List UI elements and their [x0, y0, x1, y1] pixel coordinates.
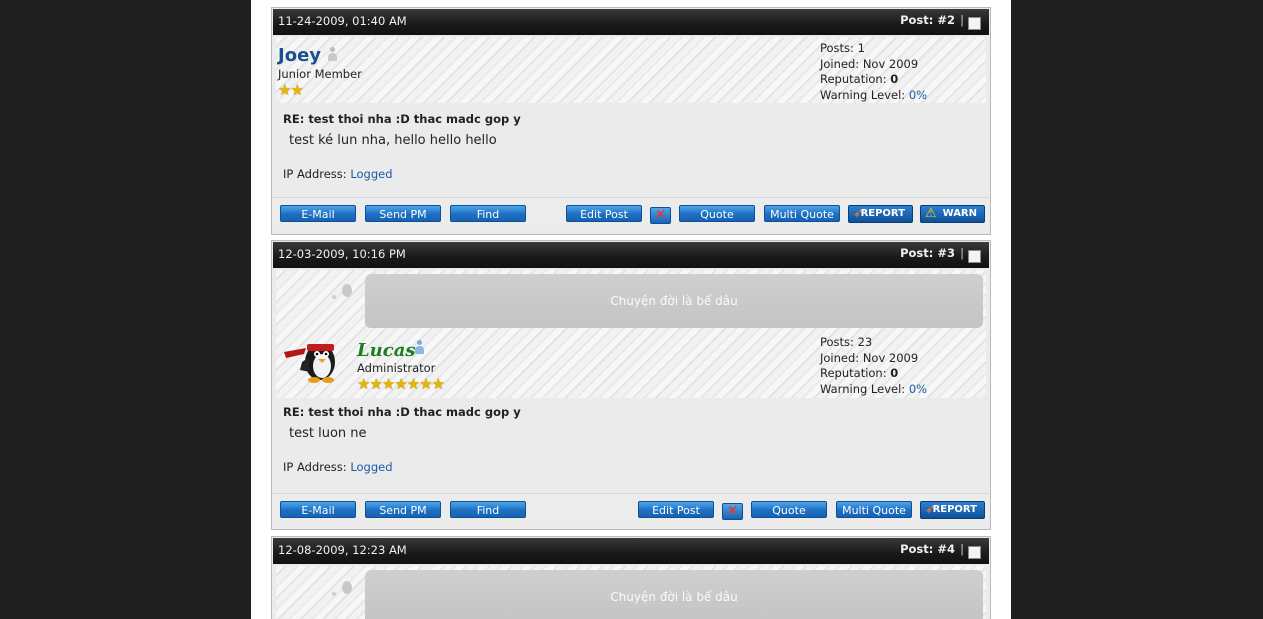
- user-offline-icon: [328, 47, 337, 61]
- send-pm-button[interactable]: Send PM: [365, 205, 441, 222]
- post: 11-24-2009, 01:40 AM Post: #2 | Joey Jun…: [271, 7, 991, 235]
- thought-dot: [332, 592, 336, 596]
- edit-post-button[interactable]: Edit Post: [638, 501, 714, 518]
- send-pm-button[interactable]: Send PM: [365, 501, 441, 518]
- reputation: Reputation: 0: [820, 72, 899, 86]
- rank-stars: ★★: [278, 81, 304, 99]
- thought-dot: [342, 581, 352, 594]
- post-header: 11-24-2009, 01:40 AM Post: #2 |: [273, 9, 989, 35]
- ip-address: IP Address: Logged: [283, 167, 393, 181]
- post-number-link[interactable]: Post: #3: [900, 246, 955, 260]
- email-button[interactable]: E-Mail: [280, 501, 356, 518]
- signature-text: Chuyện đời là bể dâu: [610, 294, 738, 308]
- multi-select-checkbox[interactable]: [968, 17, 981, 30]
- rank-stars: ★★★★★★★: [357, 375, 445, 393]
- report-button[interactable]: ➶ REPORT: [920, 501, 985, 519]
- post: 12-03-2009, 10:16 PM Post: #3 | Chuyện đ…: [271, 240, 991, 530]
- multi-select-checkbox[interactable]: [968, 250, 981, 263]
- warning-level-link[interactable]: 0%: [909, 382, 927, 396]
- warning-level: Warning Level: 0%: [820, 87, 928, 102]
- post-content: RE: test thoi nha :D thac madc gop y tes…: [272, 103, 990, 195]
- user-online-icon: [415, 340, 424, 354]
- post-count: Posts: 1: [820, 41, 865, 55]
- username-link[interactable]: Joey: [278, 45, 321, 66]
- separator: |: [960, 13, 964, 27]
- signature-bubble: Chuyện đời là bể dâu: [365, 570, 983, 619]
- warning-triangle-icon: ⚠: [925, 206, 937, 221]
- post-actions: E-Mail Send PM Find Edit Post ✕ Quote Mu…: [273, 493, 989, 524]
- multi-select-checkbox[interactable]: [968, 546, 981, 559]
- find-button[interactable]: Find: [450, 501, 526, 518]
- user-profile: Joey Junior Member ★★ Posts: 1 Joined: N…: [276, 37, 986, 103]
- post-number-link[interactable]: Post: #2: [900, 13, 955, 27]
- post-date: 12-08-2009, 12:23 AM: [278, 543, 407, 557]
- thought-dot: [332, 295, 336, 299]
- forum-page: 11-24-2009, 01:40 AM Post: #2 | Joey Jun…: [251, 0, 1011, 619]
- post-count: Posts: 23: [820, 335, 873, 349]
- post-number-link[interactable]: Post: #4: [900, 542, 955, 556]
- separator: |: [960, 542, 964, 556]
- user-title: Junior Member: [278, 67, 362, 81]
- post-title: RE: test thoi nha :D thac madc gop y: [283, 112, 521, 126]
- username-link[interactable]: Lucas: [357, 340, 416, 361]
- user-profile: Chuyện đời là bể dâu Lucas Administrator…: [276, 270, 986, 398]
- user-title: Administrator: [357, 361, 436, 375]
- penguin-ninja-avatar: [284, 344, 335, 383]
- signature-text: Chuyện đời là bể dâu: [610, 590, 738, 604]
- post: 12-08-2009, 12:23 AM Post: #4 | Chuyện đ…: [271, 536, 991, 619]
- post-header: 12-03-2009, 10:16 PM Post: #3 |: [273, 242, 989, 268]
- delete-post-button[interactable]: ✕: [650, 207, 671, 224]
- post-message: test luon ne: [289, 426, 367, 441]
- find-button[interactable]: Find: [450, 205, 526, 222]
- ip-logged-link[interactable]: Logged: [350, 460, 392, 474]
- user-stats: Posts: 23 Joined: Nov 2009 Reputation: 0…: [820, 335, 927, 397]
- post-date: 12-03-2009, 10:16 PM: [278, 247, 406, 261]
- post-date: 11-24-2009, 01:40 AM: [278, 14, 407, 28]
- warn-button[interactable]: ⚠ WARN: [920, 205, 985, 223]
- post-title: RE: test thoi nha :D thac madc gop y: [283, 405, 521, 419]
- report-button[interactable]: ➶ REPORT: [848, 205, 913, 223]
- ip-logged-link[interactable]: Logged: [350, 167, 392, 181]
- delete-post-button[interactable]: ✕: [722, 503, 743, 520]
- warning-level-link[interactable]: 0%: [909, 88, 927, 102]
- edit-post-button[interactable]: Edit Post: [566, 205, 642, 222]
- user-stats: Posts: 1 Joined: Nov 2009 Reputation: 0 …: [820, 41, 927, 103]
- warning-level: Warning Level: 0%: [820, 381, 928, 396]
- separator: |: [960, 246, 964, 260]
- thought-dot: [342, 284, 352, 297]
- multi-quote-button[interactable]: Multi Quote: [836, 501, 912, 518]
- post-header: 12-08-2009, 12:23 AM Post: #4 |: [273, 538, 989, 564]
- email-button[interactable]: E-Mail: [280, 205, 356, 222]
- post-content: RE: test thoi nha :D thac madc gop y tes…: [272, 398, 990, 490]
- quote-button[interactable]: Quote: [679, 205, 755, 222]
- reputation: Reputation: 0: [820, 366, 899, 380]
- user-profile: Chuyện đời là bể dâu: [276, 566, 986, 619]
- signature-bubble: Chuyện đời là bể dâu: [365, 274, 983, 328]
- join-date: Joined: Nov 2009: [820, 56, 919, 71]
- join-date: Joined: Nov 2009: [820, 350, 919, 365]
- multi-quote-button[interactable]: Multi Quote: [764, 205, 840, 222]
- post-message: test ké lun nha, hello hello hello: [289, 133, 497, 148]
- ip-address: IP Address: Logged: [283, 460, 393, 474]
- quote-button[interactable]: Quote: [751, 501, 827, 518]
- post-actions: E-Mail Send PM Find Edit Post ✕ Quote Mu…: [273, 197, 989, 228]
